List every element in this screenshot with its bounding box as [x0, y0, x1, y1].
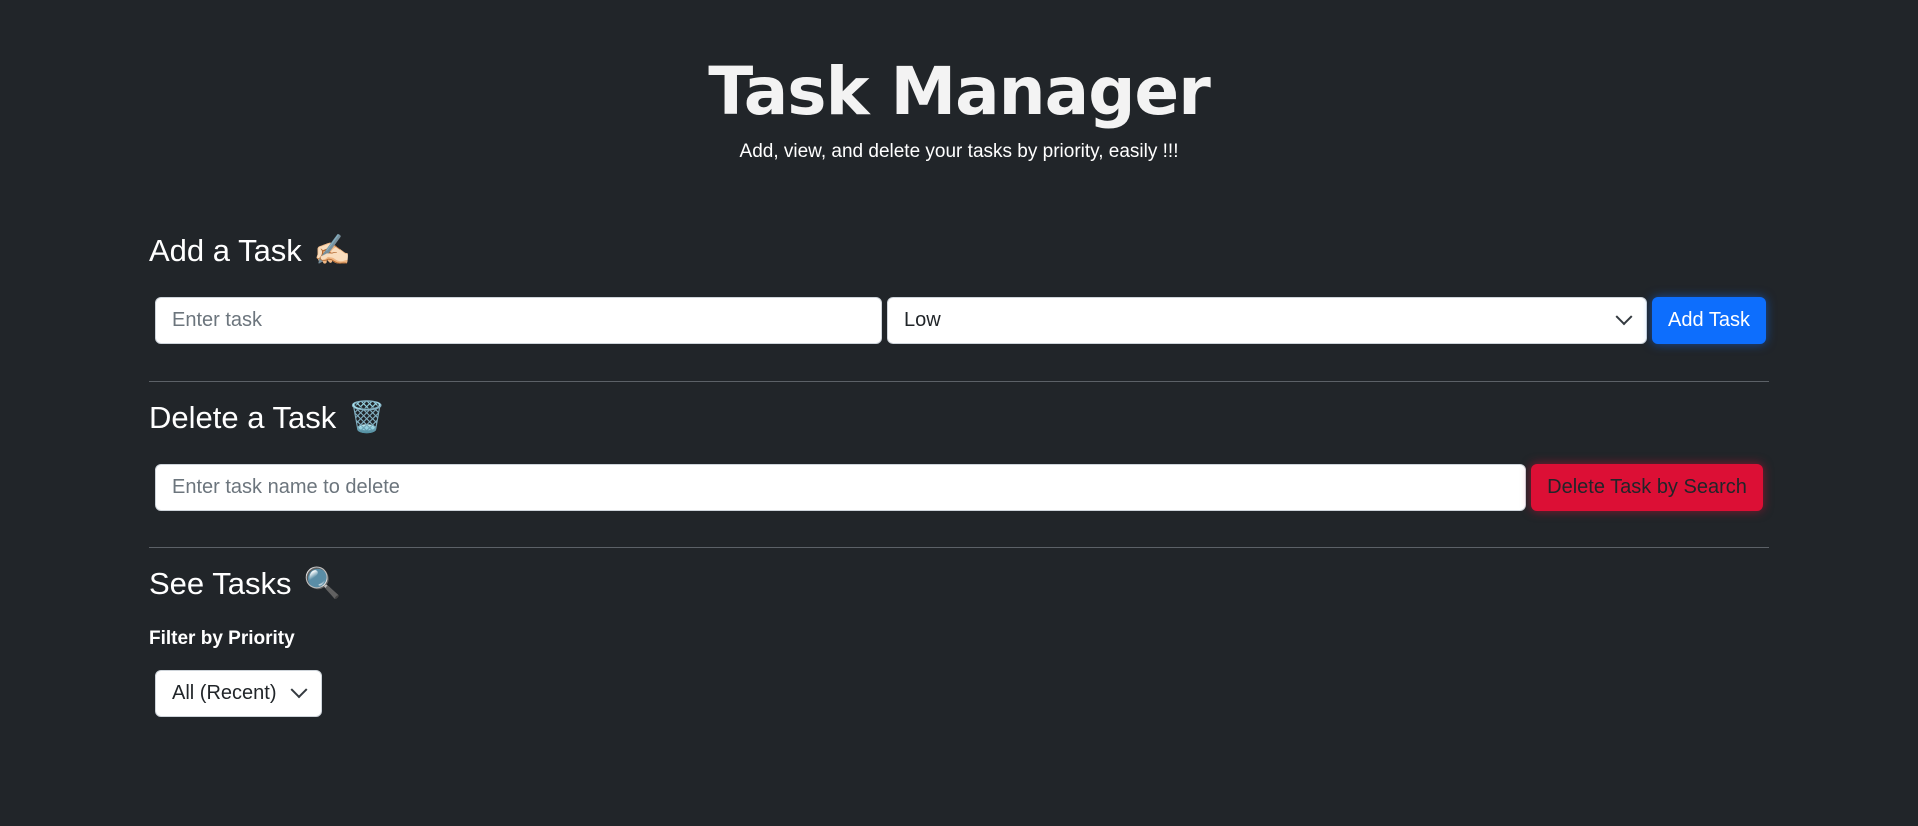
add-task-form: Low Add Task: [155, 297, 1766, 344]
wastebasket-icon: 🗑️: [348, 401, 386, 434]
priority-filter-select[interactable]: All (Recent): [155, 670, 322, 717]
writing-hand-icon: ✍🏻: [313, 234, 352, 267]
chevron-down-icon: [290, 680, 308, 698]
add-task-button[interactable]: Add Task: [1652, 297, 1766, 344]
section-divider: [149, 381, 1769, 382]
priority-select-value: Low: [904, 309, 941, 331]
see-tasks-heading-text: See Tasks: [149, 566, 292, 601]
page-subtitle: Add, view, and delete your tasks by prio…: [739, 141, 1179, 162]
page-title: Task Manager: [708, 53, 1211, 130]
filter-group: Filter by Priority: [149, 627, 1769, 651]
delete-task-form: Delete Task by Search: [155, 464, 1763, 511]
task-manager-page: Task Manager Add, view, and delete your …: [0, 0, 1918, 826]
filter-label: Filter by Priority: [149, 628, 295, 649]
task-input[interactable]: [155, 297, 882, 344]
see-tasks-heading: See Tasks 🔍: [149, 565, 1769, 603]
delete-task-input[interactable]: [155, 464, 1526, 511]
add-task-heading-text: Add a Task: [149, 233, 302, 268]
delete-task-heading: Delete a Task 🗑️: [149, 399, 1769, 437]
priority-select[interactable]: Low: [887, 297, 1647, 344]
delete-task-button[interactable]: Delete Task by Search: [1531, 464, 1763, 511]
priority-filter-value: All (Recent): [172, 682, 277, 704]
chevron-down-icon: [1615, 307, 1633, 325]
delete-task-section: Delete a Task 🗑️: [149, 399, 1769, 437]
add-task-section: Add a Task ✍🏻: [149, 232, 1769, 270]
delete-task-heading-text: Delete a Task: [149, 400, 337, 435]
magnifying-glass-icon: 🔍: [303, 567, 341, 600]
filter-row: All (Recent): [155, 670, 322, 717]
add-task-heading: Add a Task ✍🏻: [149, 232, 1769, 270]
see-tasks-section: See Tasks 🔍: [149, 565, 1769, 603]
section-divider: [149, 547, 1769, 548]
page-header: Task Manager Add, view, and delete your …: [0, 52, 1918, 164]
